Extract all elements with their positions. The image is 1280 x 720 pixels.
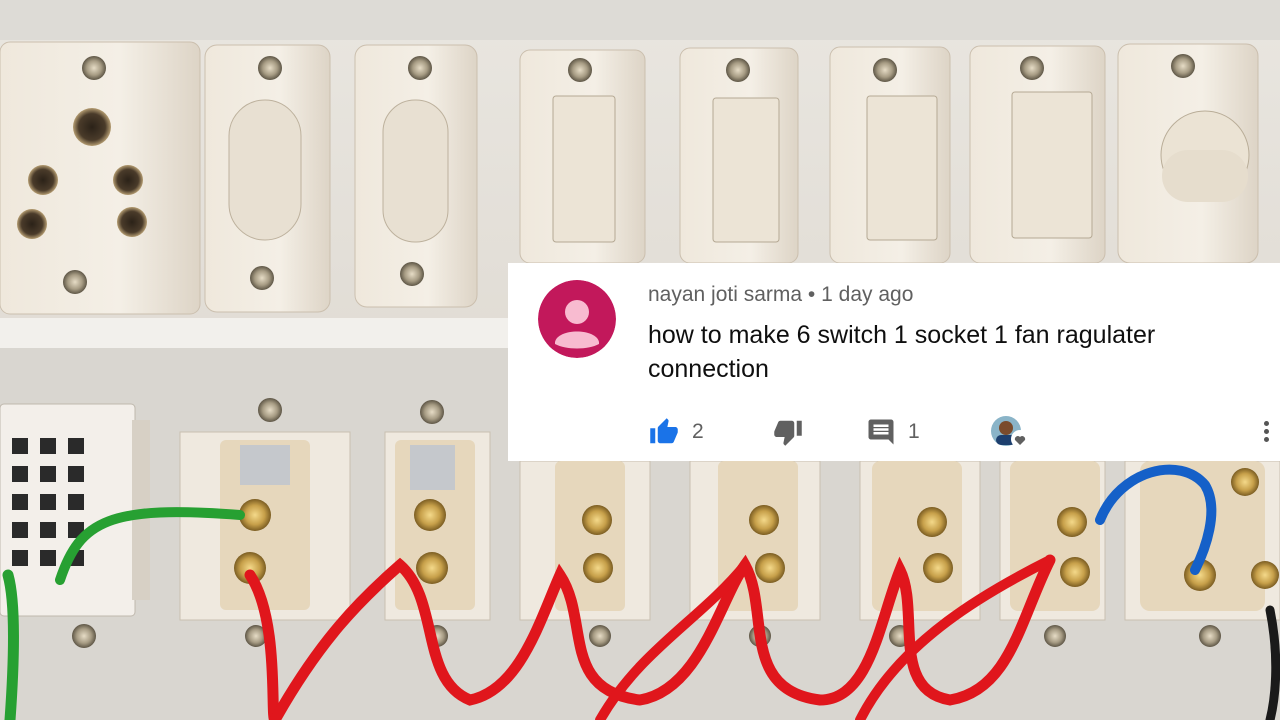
- fan-regulator: [1117, 43, 1259, 264]
- piano-switch-2: [679, 47, 799, 264]
- thumbs-down-icon: [774, 420, 802, 446]
- youtube-comment-card: nayan joti sarma • 1 day ago how to make…: [508, 263, 1280, 461]
- dislike-button[interactable]: [772, 415, 804, 449]
- default-avatar-icon[interactable]: [538, 280, 616, 358]
- piano-switch-3: [829, 46, 951, 264]
- comment-icon: [868, 419, 894, 445]
- rocker-switch-2: [354, 44, 478, 308]
- reply-button[interactable]: 1: [866, 415, 920, 449]
- comment-time[interactable]: 1 day ago: [821, 283, 913, 306]
- creator-heart: [990, 415, 1034, 449]
- like-count: 2: [692, 420, 704, 443]
- buzzer-box: [0, 403, 150, 648]
- more-vert-icon[interactable]: [1260, 418, 1272, 448]
- creator-heart-icon: [991, 416, 1029, 448]
- author-name[interactable]: nayan joti sarma: [648, 283, 802, 306]
- piano-switch-4: [969, 45, 1106, 264]
- piano-switch-1: [519, 49, 646, 264]
- thumbs-up-icon: [650, 418, 678, 444]
- like-button[interactable]: 2: [648, 415, 704, 449]
- comment-text: how to make 6 switch 1 socket 1 fan ragu…: [648, 321, 1156, 383]
- power-socket: [0, 41, 201, 315]
- reply-count: 1: [908, 420, 920, 443]
- comment-actions: 2 1: [648, 415, 1268, 449]
- comment-header: nayan joti sarma • 1 day ago: [648, 283, 913, 307]
- rocker-switch-1: [204, 44, 331, 313]
- separator-dot: •: [807, 283, 816, 306]
